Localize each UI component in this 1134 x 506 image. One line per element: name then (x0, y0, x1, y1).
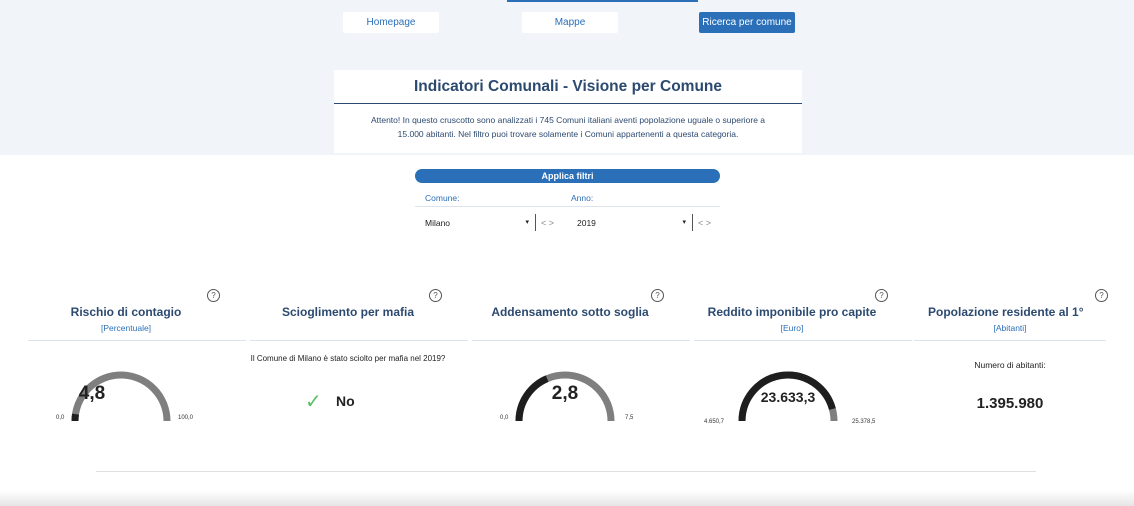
description-line-1: Attento! In questo cruscotto sono analiz… (370, 115, 766, 125)
reddito-min: 4.650,7 (704, 419, 725, 425)
reddito-divider (694, 340, 912, 341)
title-divider (334, 103, 802, 104)
popolazione-divider (914, 340, 1106, 341)
rischio-unit: [Percentuale] (100, 323, 152, 333)
anno-label: Anno: (571, 193, 594, 203)
comune-select[interactable]: Milano ▾ (425, 213, 529, 233)
mafia-divider (250, 340, 468, 341)
popolazione-title: Popolazione residente al 1° (928, 305, 1084, 319)
rischio-min: 0,0 (56, 415, 65, 421)
rischio-gauge-fill (71, 413, 79, 422)
anno-select[interactable]: 2019 ▾ (577, 213, 686, 233)
rischio-max: 100,0 (178, 415, 194, 421)
addensamento-max: 7,5 (625, 415, 634, 421)
comune-prev-next[interactable]: < > (541, 213, 554, 233)
rischio-divider (28, 340, 246, 341)
help-icon[interactable]: ? (207, 289, 220, 302)
chevron-down-icon: ▾ (682, 219, 686, 226)
chevron-down-icon: ▾ (525, 219, 529, 226)
check-icon: ✓ (305, 391, 322, 413)
popolazione-label: Numero di abitanti: (974, 360, 1046, 370)
help-icon[interactable]: ? (1095, 289, 1108, 302)
footer-divider (96, 471, 1036, 472)
mafia-question: Il Comune di Milano è stato sciolto per … (250, 354, 446, 363)
addensamento-divider (472, 340, 690, 341)
help-icon[interactable]: ? (429, 289, 442, 302)
addensamento-min: 0,0 (500, 415, 509, 421)
popolazione-value: 1.395.980 (976, 395, 1044, 412)
nav-ricerca-button[interactable]: Ricerca per comune (699, 12, 795, 33)
title-panel: Indicatori Comunali - Visione per Comune… (334, 70, 802, 153)
anno-prev-next[interactable]: < > (698, 213, 711, 233)
reddito-title: Reddito imponibile pro capite (707, 305, 877, 319)
page-description: Attento! In questo cruscotto sono analiz… (334, 113, 802, 141)
reddito-max: 25.378,5 (852, 419, 876, 425)
popolazione-unit: [Abitanti] (993, 323, 1027, 333)
anno-separator (692, 214, 693, 231)
comune-separator (535, 214, 536, 231)
help-icon[interactable]: ? (875, 289, 888, 302)
reddito-value: 23.633,3 (760, 389, 816, 405)
rischio-title: Rischio di contagio (70, 305, 182, 319)
addensamento-title: Addensamento sotto soglia (491, 305, 649, 319)
nav-homepage-button[interactable]: Homepage (343, 12, 439, 33)
addensamento-value: 2,8 (551, 383, 579, 404)
page-title: Indicatori Comunali - Visione per Comune (413, 78, 723, 95)
active-tab-indicator (507, 0, 698, 2)
mafia-title: Scioglimento per mafia (281, 305, 415, 319)
reddito-unit: [Euro] (780, 323, 804, 333)
comune-label: Comune: (425, 193, 460, 203)
mafia-answer: No (336, 393, 355, 409)
nav-mappe-button[interactable]: Mappe (522, 12, 618, 33)
help-icon[interactable]: ? (651, 289, 664, 302)
comune-select-value: Milano (425, 218, 451, 228)
apply-filters-button[interactable]: Applica filtri (415, 169, 720, 183)
filter-divider (415, 206, 720, 207)
footer-shadow (0, 490, 1134, 506)
description-line-2: 15.000 abitanti. Nel filtro puoi trovare… (397, 129, 739, 139)
anno-select-value: 2019 (577, 218, 596, 228)
rischio-value: 4,8 (78, 383, 106, 404)
